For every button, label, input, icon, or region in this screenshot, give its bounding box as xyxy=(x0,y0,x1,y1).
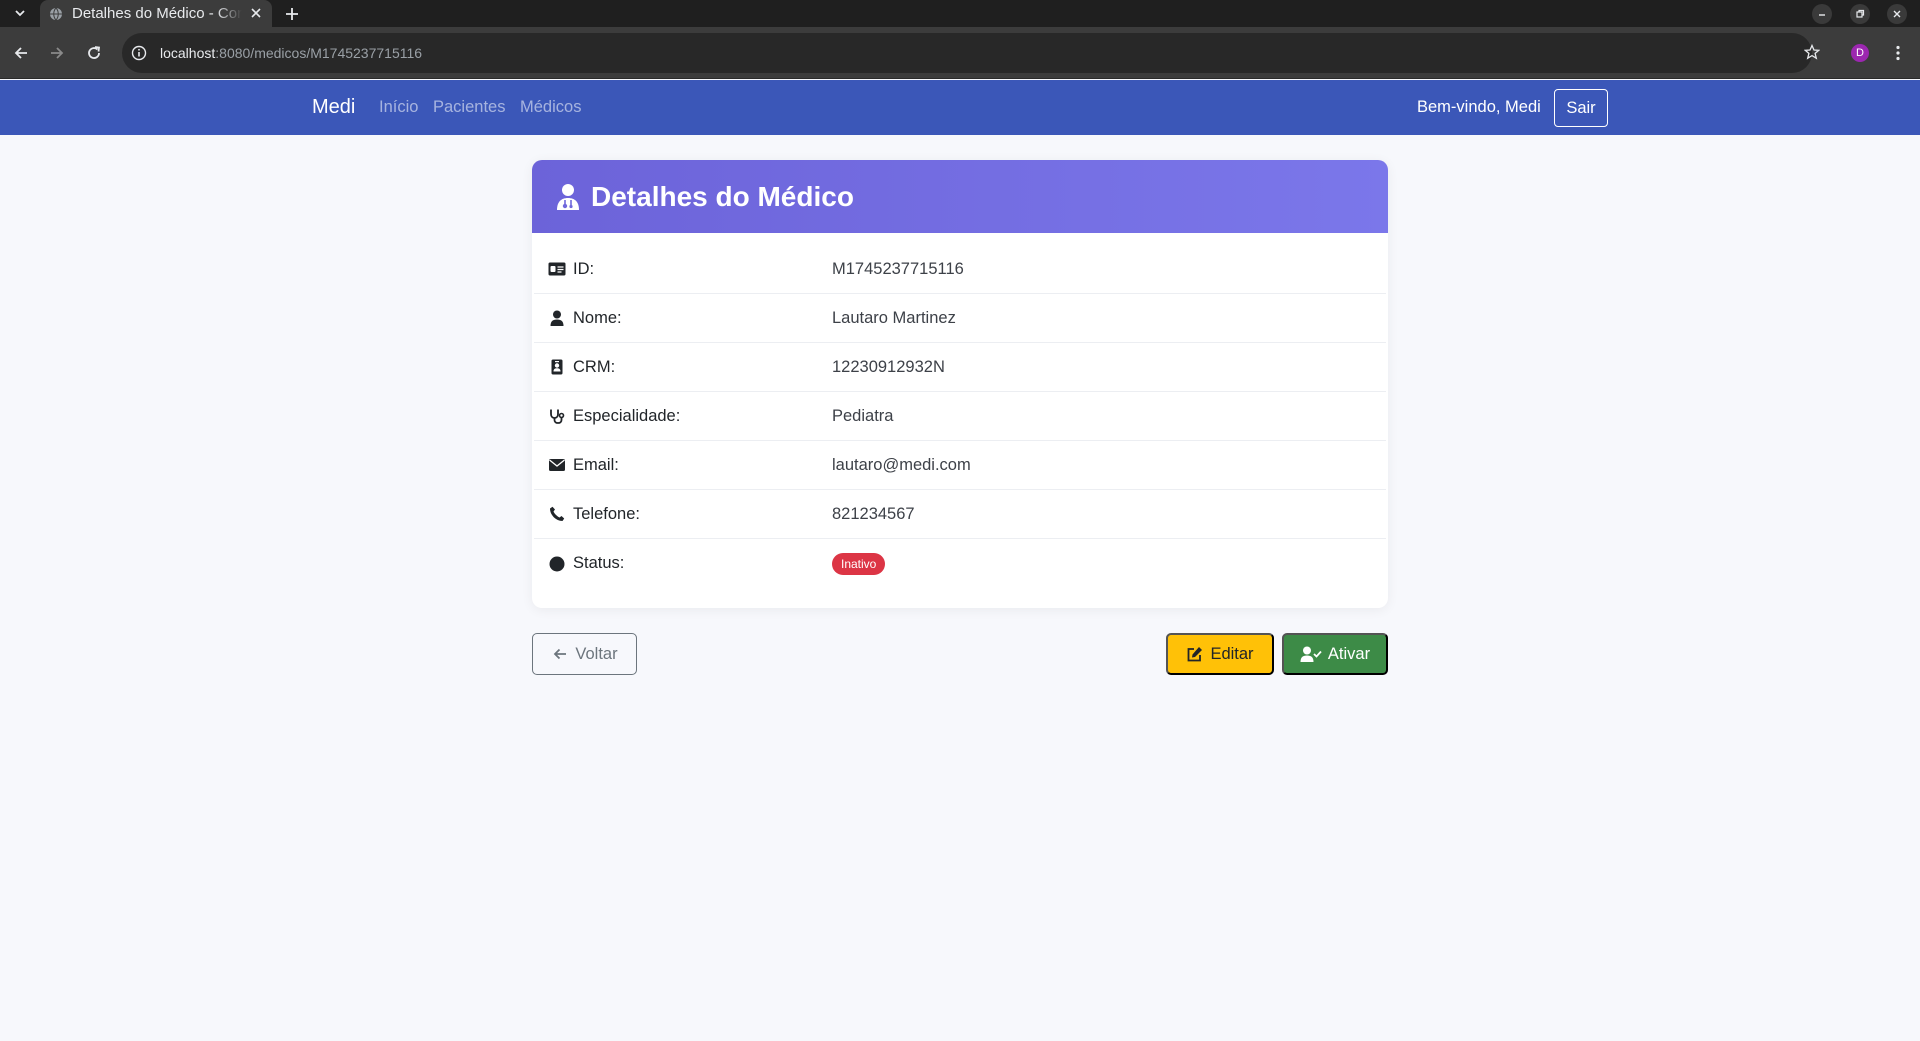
stethoscope-icon xyxy=(548,407,566,425)
detail-value-telefone: 821234567 xyxy=(832,504,915,523)
detail-label-crm: CRM: xyxy=(548,358,615,377)
detail-value-email: lautaro@medi.com xyxy=(832,455,971,474)
browser-toolbar: localhost:8080/medicos/M1745237715116 D xyxy=(0,27,1920,79)
doctor-details-card: Detalhes do Médico ID: M1745237715116 No… xyxy=(532,160,1388,608)
label-text: Email: xyxy=(573,455,619,474)
browser-tab[interactable]: Detalhes do Médico - Cons xyxy=(40,0,272,27)
detail-value-status: Inativo xyxy=(832,552,886,575)
detail-label-id: ID: xyxy=(548,260,594,279)
activate-button[interactable]: Ativar xyxy=(1282,633,1388,675)
user-icon xyxy=(548,309,566,327)
detail-row-email: Email: lautaro@medi.com xyxy=(534,441,1386,490)
circle-icon xyxy=(548,555,566,573)
detail-label-especialidade: Especialidade: xyxy=(548,407,680,426)
detail-value-crm: 12230912932N xyxy=(832,357,945,376)
label-text: Telefone: xyxy=(573,504,640,523)
forward-arrow-icon[interactable] xyxy=(46,42,68,64)
arrow-left-icon xyxy=(551,645,569,663)
browser-menu-icon[interactable] xyxy=(1888,42,1908,64)
details-list: ID: M1745237715116 Nome: Lautaro Martine… xyxy=(532,233,1388,588)
detail-value-especialidade: Pediatra xyxy=(832,406,894,425)
phone-icon xyxy=(548,505,566,523)
reload-icon[interactable] xyxy=(83,42,105,64)
detail-value-id: M1745237715116 xyxy=(832,259,964,278)
nav-link-pacientes[interactable]: Pacientes xyxy=(433,98,505,117)
back-arrow-icon[interactable] xyxy=(10,42,32,64)
brand-logo[interactable]: Medi xyxy=(312,96,355,119)
address-bar[interactable]: localhost:8080/medicos/M1745237715116 xyxy=(122,33,1812,73)
nav-link-medicos[interactable]: Médicos xyxy=(520,98,581,117)
app-navbar: Medi Início Pacientes Médicos Bem-vindo,… xyxy=(0,80,1920,135)
tab-search-icon[interactable] xyxy=(6,2,34,24)
nav-link-inicio[interactable]: Início xyxy=(379,98,418,117)
detail-label-email: Email: xyxy=(548,456,619,475)
profile-avatar[interactable]: D xyxy=(1851,44,1869,62)
new-tab-icon[interactable] xyxy=(281,3,303,25)
envelope-icon xyxy=(548,456,566,474)
card-header: Detalhes do Médico xyxy=(532,160,1388,233)
label-text: Especialidade: xyxy=(573,406,681,425)
label-text: ID: xyxy=(573,259,595,278)
detail-row-status: Status: Inativo xyxy=(534,539,1386,588)
detail-row-nome: Nome: Lautaro Martinez xyxy=(534,294,1386,343)
restore-icon[interactable] xyxy=(1850,4,1870,24)
url-text: localhost:8080/medicos/M1745237715116 xyxy=(160,45,422,61)
edit-button[interactable]: Editar xyxy=(1166,633,1274,675)
label-text: Nome: xyxy=(573,308,622,327)
back-button-label: Voltar xyxy=(575,644,618,663)
edit-button-label: Editar xyxy=(1210,644,1254,663)
detail-label-nome: Nome: xyxy=(548,309,622,328)
detail-row-crm: CRM: 12230912932N xyxy=(534,343,1386,392)
detail-label-telefone: Telefone: xyxy=(548,505,640,524)
label-text: Status: xyxy=(573,554,625,572)
id-card-icon xyxy=(548,260,566,278)
tab-close-icon[interactable] xyxy=(248,5,264,21)
activate-button-label: Ativar xyxy=(1327,644,1371,663)
page-title: Detalhes do Médico xyxy=(591,180,854,212)
detail-row-especialidade: Especialidade: Pediatra xyxy=(534,392,1386,441)
tab-title: Detalhes do Médico - Cons xyxy=(72,5,242,22)
detail-value-nome: Lautaro Martinez xyxy=(832,308,956,327)
browser-tab-bar: Detalhes do Médico - Cons xyxy=(0,0,1920,27)
url-path: :8080/medicos/M1745237715116 xyxy=(215,45,423,61)
minimize-icon[interactable] xyxy=(1812,4,1832,24)
close-window-icon[interactable] xyxy=(1887,4,1907,24)
url-host: localhost xyxy=(160,45,216,61)
bookmark-star-icon[interactable] xyxy=(1802,42,1822,62)
user-check-icon xyxy=(1300,645,1322,663)
site-info-icon[interactable] xyxy=(130,44,148,62)
logout-button[interactable]: Sair xyxy=(1554,89,1608,127)
edit-icon xyxy=(1186,645,1204,663)
user-doctor-icon xyxy=(555,182,581,212)
back-button[interactable]: Voltar xyxy=(532,633,637,675)
welcome-text: Bem-vindo, Medi xyxy=(1417,98,1541,116)
id-badge-icon xyxy=(548,358,566,376)
status-badge: Inativo xyxy=(832,552,886,575)
detail-row-telefone: Telefone: 821234567 xyxy=(534,490,1386,539)
label-text: CRM: xyxy=(573,357,616,376)
globe-icon xyxy=(48,6,64,22)
detail-row-id: ID: M1745237715116 xyxy=(534,245,1386,294)
detail-label-status: Status: xyxy=(548,554,624,573)
